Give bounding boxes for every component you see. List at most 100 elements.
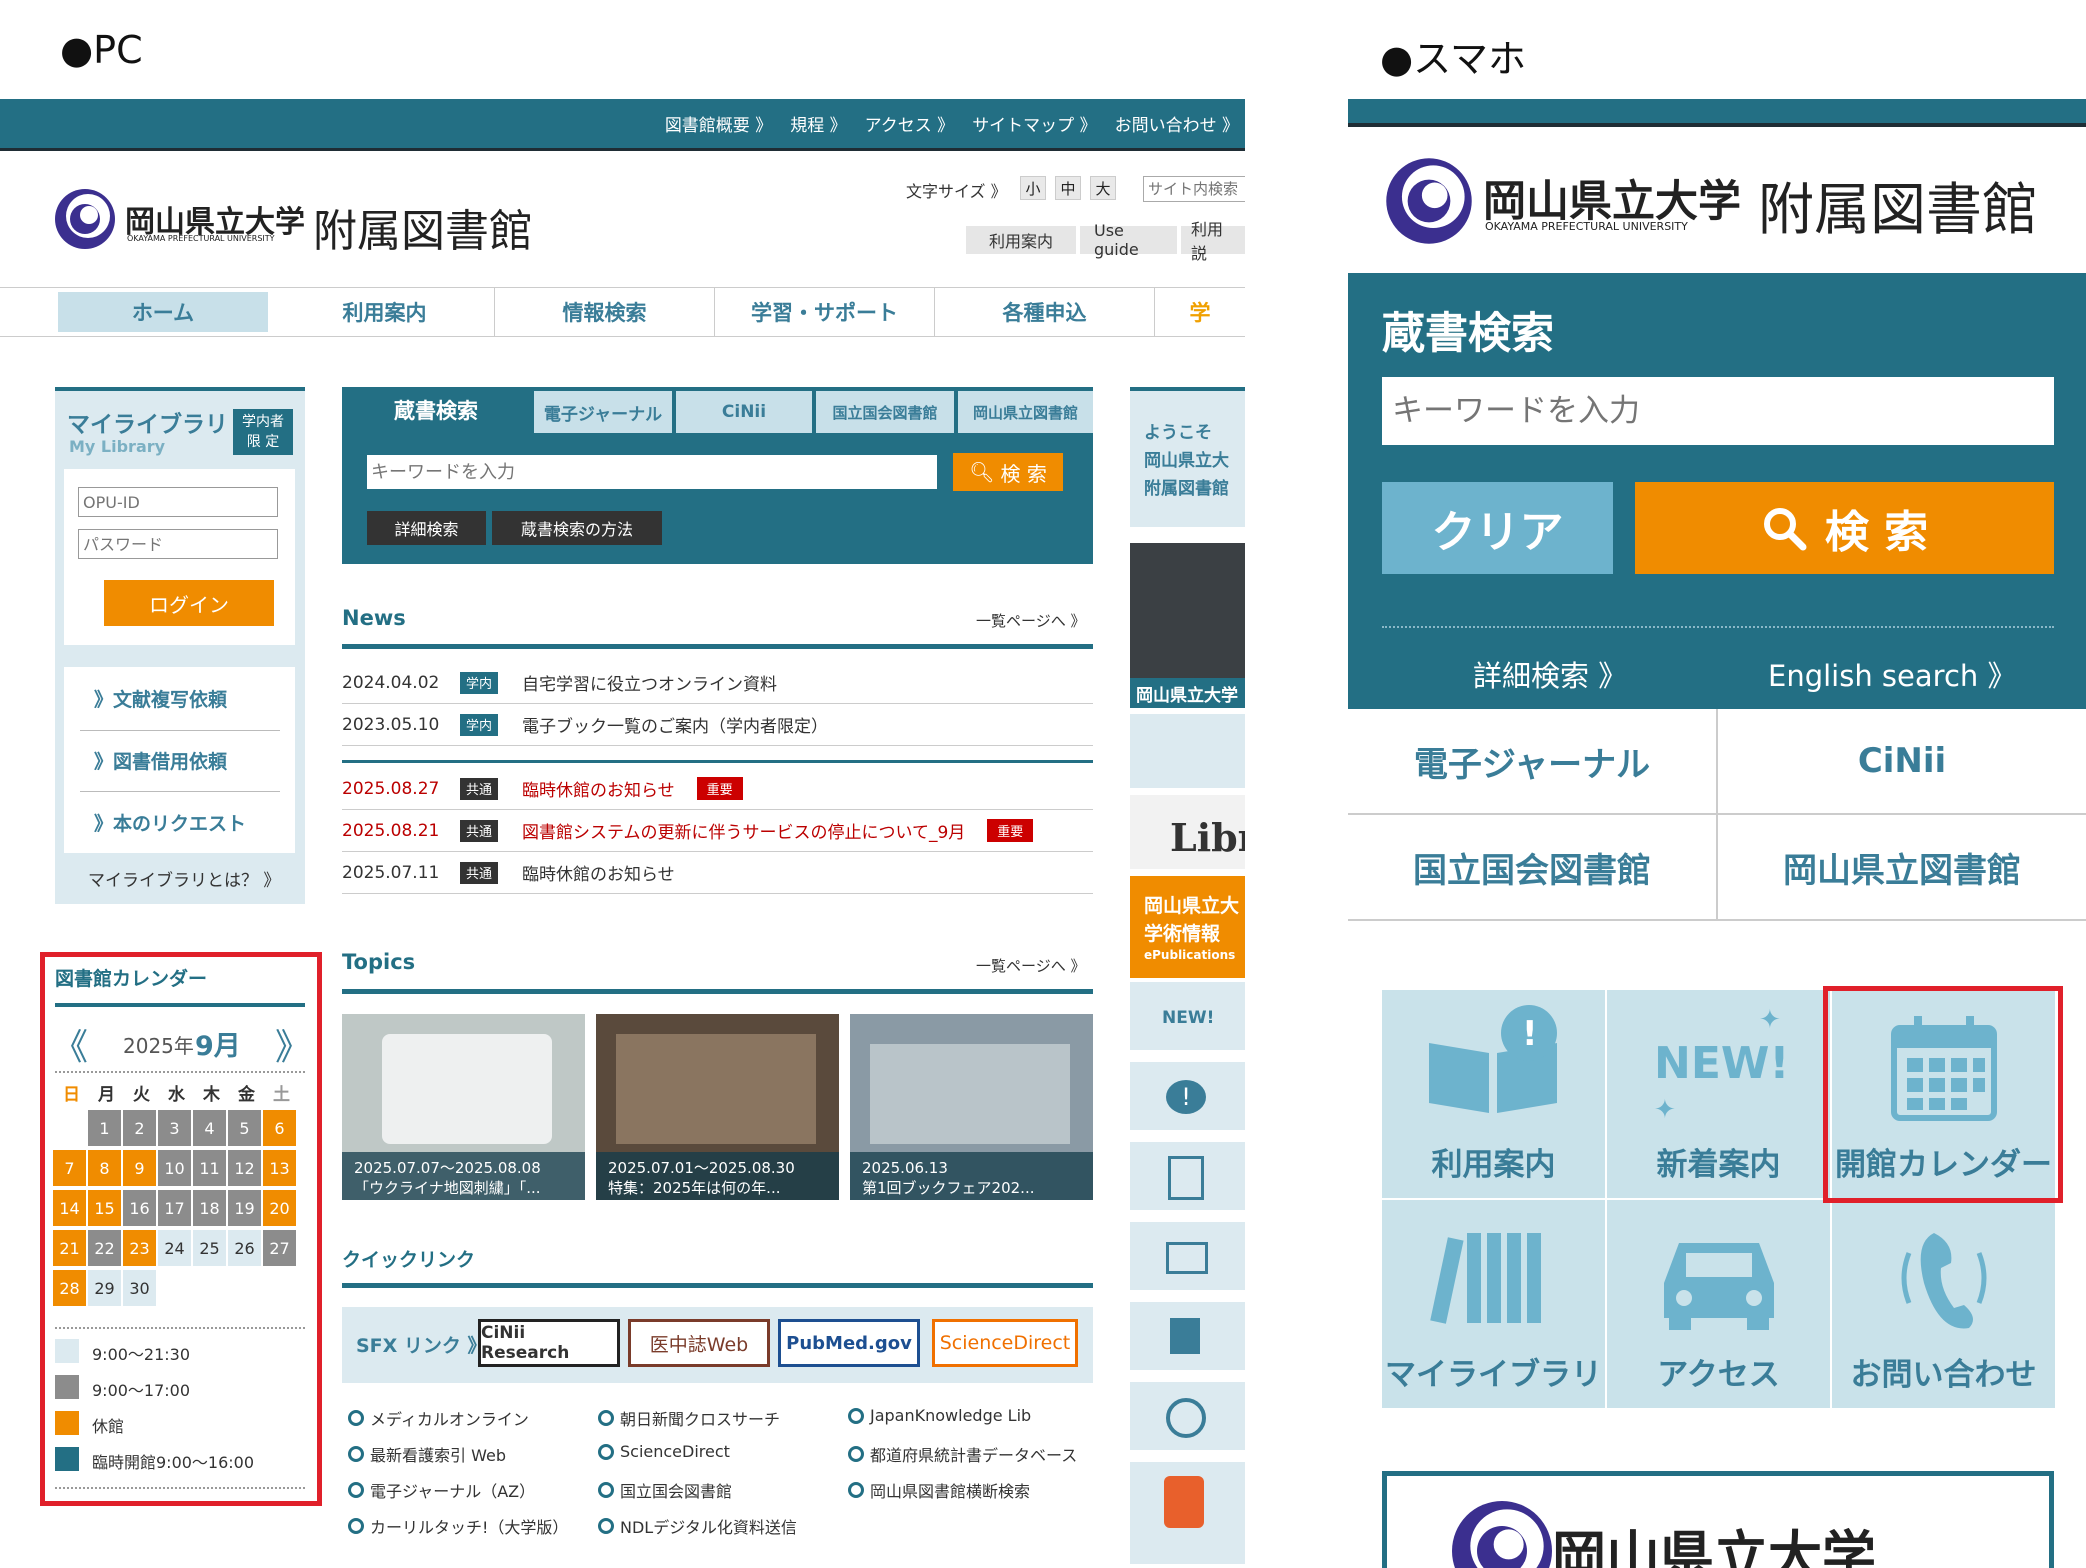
quicklink-calil-touch[interactable]: カーリルタッチ!（大学版）	[348, 1514, 568, 1538]
sciencedirect-logo[interactable]: ScienceDirect	[932, 1319, 1078, 1367]
mobile-tile-contact[interactable]: お問い合わせ	[1832, 1200, 2055, 1408]
top-link-overview[interactable]: 図書館概要 》	[665, 111, 772, 136]
nav-support[interactable]: 学習・サポート	[715, 288, 935, 336]
quicklink-sciencedirect[interactable]: ScienceDirect	[598, 1442, 730, 1461]
search-howto-button[interactable]: 蔵書検索の方法	[492, 511, 662, 545]
divider	[55, 1327, 305, 1329]
topic-card[interactable]: 2025.07.07～2025.08.08 「ウクライナ地図刺繍」「...	[342, 1014, 585, 1200]
legend-swatch-closed	[55, 1411, 79, 1435]
calendar-day: 22	[88, 1230, 121, 1266]
news-item[interactable]: 2024.04.02 学内 自宅学習に役立つオンライン資料	[342, 662, 1093, 704]
calendar-day: 21	[53, 1230, 86, 1266]
side-banner-epublications[interactable]: 岡山県立大 学術情報 ePublications	[1130, 876, 1245, 978]
quicklink-ejournal-az[interactable]: 電子ジャーナル（AZ）	[348, 1478, 535, 1502]
library-photo[interactable]: 岡山県立大学	[1130, 543, 1245, 708]
link-copy-request[interactable]: 》文献複写依頼	[94, 685, 227, 712]
header-button-guide[interactable]: 利用案内	[966, 226, 1076, 254]
mobile-tile-guide[interactable]: ! 利用案内	[1382, 990, 1605, 1198]
header-button-other[interactable]: 利用説	[1181, 220, 1245, 263]
font-size-large-button[interactable]: 大	[1090, 176, 1116, 200]
catalog-search-input[interactable]	[367, 455, 937, 489]
calendar-next-icon[interactable]: 》	[275, 1018, 311, 1070]
cinii-logo[interactable]: CiNii Research	[478, 1319, 620, 1367]
news-more-link[interactable]: 一覧ページへ 》	[976, 610, 1085, 631]
site-search-input[interactable]	[1143, 176, 1245, 202]
tab-okayama-pref-library[interactable]: 岡山県立図書館	[958, 391, 1093, 433]
top-link-rules[interactable]: 規程 》	[790, 111, 846, 136]
advanced-search-button[interactable]: 詳細検索	[367, 511, 486, 545]
ichushi-logo[interactable]: 医中誌Web	[628, 1319, 770, 1367]
sfx-link-label[interactable]: SFX リンク 》	[356, 1331, 487, 1358]
font-size-medium-button[interactable]: 中	[1055, 176, 1081, 200]
opu-id-input[interactable]	[78, 487, 278, 517]
link-book-request[interactable]: 》本のリクエスト	[94, 809, 246, 836]
topic-text: 第1回ブックフェア202...	[862, 1179, 1035, 1197]
mobile-tile-new-arrivals[interactable]: NEW! ✦ ✦ 新着案内	[1607, 990, 1830, 1198]
mobile-tile-access[interactable]: アクセス	[1607, 1200, 1830, 1408]
nav-more[interactable]: 学	[1155, 288, 1245, 336]
nav-home[interactable]: ホーム	[58, 292, 268, 332]
news-item[interactable]: 2025.08.27 共通 臨時休館のお知らせ 重要	[342, 768, 1093, 810]
top-link-contact[interactable]: お問い合わせ 》	[1115, 111, 1239, 136]
mobile-link-ejournal[interactable]: 電子ジャーナル	[1348, 709, 1718, 815]
side-banner-libr[interactable]: Libr	[1130, 795, 1245, 869]
side-tile-image[interactable]	[1130, 1222, 1245, 1294]
quicklink-asahi[interactable]: 朝日新聞クロスサーチ	[598, 1406, 780, 1430]
tab-ndl[interactable]: 国立国会図書館	[816, 391, 954, 433]
login-button[interactable]: ログイン	[104, 580, 274, 626]
quicklink-medical-online[interactable]: メディカルオンライン	[348, 1406, 529, 1430]
tab-catalog[interactable]: 蔵書検索	[342, 387, 530, 433]
quicklink-prefecture-stats[interactable]: 都道府県統計書データベース	[848, 1442, 1077, 1466]
mylibrary-about-link[interactable]: マイライブラリとは？ 》	[88, 866, 280, 891]
catalog-search-button[interactable]: 🔍︎ 検 索	[953, 453, 1063, 491]
nav-applications[interactable]: 各種申込	[935, 288, 1155, 336]
password-input[interactable]	[78, 529, 278, 559]
news-item[interactable]: 2023.05.10 学内 電子ブック一覧のご案内（学内者限定）	[342, 704, 1093, 746]
pc-logo[interactable]	[52, 186, 118, 256]
side-tile-info[interactable]: !	[1130, 1062, 1245, 1134]
top-link-access[interactable]: アクセス 》	[865, 111, 955, 136]
news-item[interactable]: 2025.07.11 共通 臨時休館のお知らせ	[342, 852, 1093, 894]
side-tile-opul[interactable]	[1130, 1142, 1245, 1214]
pc-logo-library: 附属図書館	[313, 206, 533, 257]
nav-guide[interactable]: 利用案内	[275, 288, 495, 336]
mobile-search-button[interactable]: 検 索	[1635, 482, 2054, 574]
side-banner-online[interactable]	[1130, 714, 1245, 788]
side-tile-mascot[interactable]	[1130, 1462, 1245, 1568]
side-tile-flag[interactable]	[1130, 1302, 1245, 1374]
side-tile-new[interactable]: NEW!	[1130, 982, 1245, 1054]
link-borrow-request[interactable]: 》図書借用依頼	[94, 747, 227, 774]
mobile-tile-mylibrary[interactable]: マイライブラリ	[1382, 1200, 1605, 1408]
mobile-english-search-link[interactable]: English search 》	[1768, 653, 2016, 695]
quicklink-nursing-index[interactable]: 最新看護索引 Web	[348, 1442, 506, 1466]
side-tile-recycle[interactable]	[1130, 1382, 1245, 1454]
calendar-day: 30	[123, 1270, 156, 1306]
calendar-prev-icon[interactable]: 《	[52, 1018, 88, 1070]
topic-card[interactable]: 2025.06.13 第1回ブックフェア202...	[850, 1014, 1093, 1200]
mobile-link-okayama-pref-library[interactable]: 岡山県立図書館	[1718, 815, 2086, 921]
mobile-search-input[interactable]	[1382, 377, 2054, 445]
mobile-logo[interactable]	[1382, 154, 1476, 252]
font-size-small-button[interactable]: 小	[1020, 176, 1046, 200]
tab-cinii[interactable]: CiNii	[676, 391, 812, 433]
mobile-advanced-search-link[interactable]: 詳細検索 》	[1473, 653, 1627, 695]
pubmed-logo[interactable]: PubMed.gov	[778, 1319, 920, 1367]
nav-search[interactable]: 情報検索	[495, 288, 715, 336]
mobile-link-cinii[interactable]: CiNii	[1718, 709, 2086, 815]
calendar-day: 11	[193, 1150, 226, 1186]
welcome-box[interactable]: ようこそ 岡山県立大 附属図書館	[1130, 387, 1245, 527]
mobile-clear-button[interactable]: クリア	[1382, 482, 1613, 574]
tab-ejournal[interactable]: 電子ジャーナル	[534, 391, 672, 433]
topic-card[interactable]: 2025.07.01～2025.08.30 特集：2025年は何の年...	[596, 1014, 839, 1200]
calendar-day: 7	[53, 1150, 86, 1186]
quicklink-japanknowledge[interactable]: JapanKnowledge Lib	[848, 1406, 1031, 1425]
top-link-sitemap[interactable]: サイトマップ 》	[972, 111, 1096, 136]
quicklink-okayama-crosssearch[interactable]: 岡山県図書館横断検索	[848, 1478, 1030, 1502]
mobile-bottom-logo-box[interactable]: 岡山県立大学	[1382, 1471, 2054, 1568]
news-item[interactable]: 2025.08.21 共通 図書館システムの更新に伴うサービスの停止について_9月 重…	[342, 810, 1093, 852]
quicklink-ndl-digital[interactable]: NDLデジタル化資料送信	[598, 1514, 797, 1538]
header-button-use-guide[interactable]: Use guide	[1080, 221, 1177, 259]
topics-more-link[interactable]: 一覧ページへ 》	[976, 955, 1085, 976]
quicklink-ndl[interactable]: 国立国会図書館	[598, 1478, 732, 1502]
mobile-link-ndl[interactable]: 国立国会図書館	[1348, 815, 1718, 921]
